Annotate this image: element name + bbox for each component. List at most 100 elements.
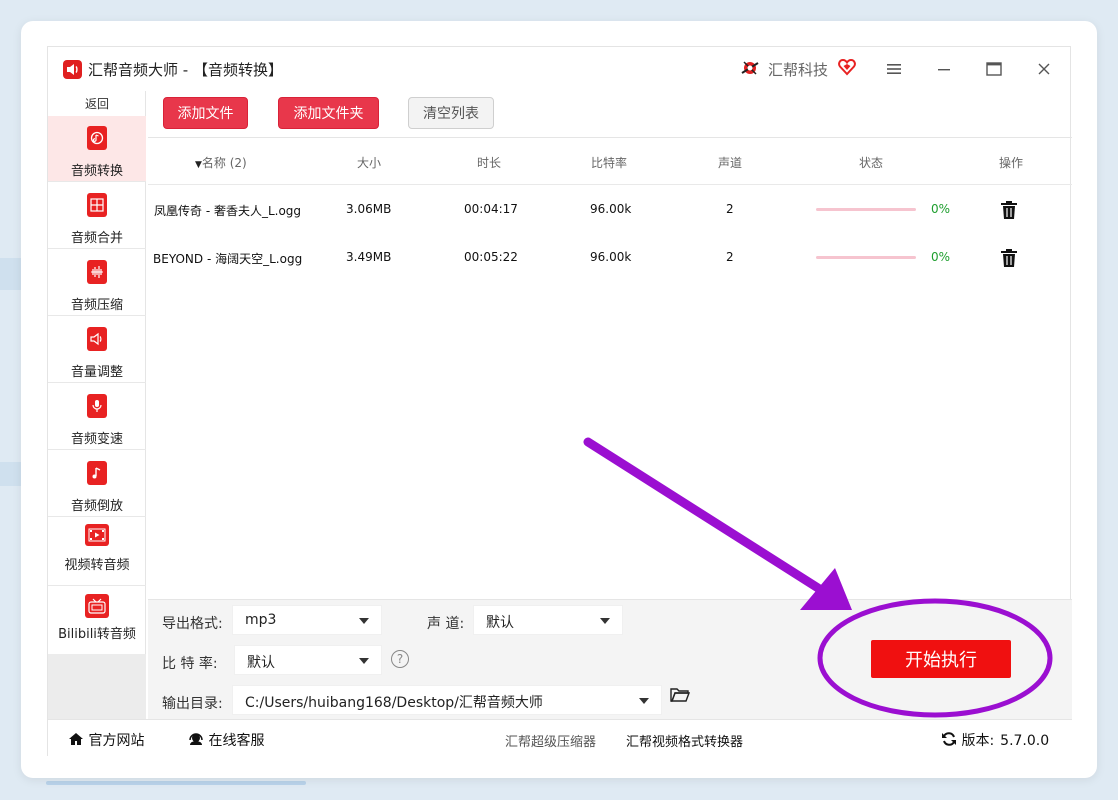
file-duration: 00:04:17 xyxy=(464,202,518,216)
tv-icon xyxy=(85,594,109,618)
file-duration: 00:05:22 xyxy=(464,250,518,264)
chevron-down-icon xyxy=(359,658,369,664)
output-dir-select[interactable]: C:/Users/huibang168/Desktop/汇帮音频大师 xyxy=(232,685,662,715)
file-channels: 2 xyxy=(726,250,734,264)
maximize-icon[interactable] xyxy=(981,56,1007,82)
app-window: 汇帮音频大师 - 【音频转换】 汇帮科技 返回 音频转换 音频合并 音频压缩 音… xyxy=(47,46,1072,757)
channel-select[interactable]: 默认 xyxy=(473,605,623,635)
column-header-size: 大小 xyxy=(357,156,382,170)
sidebar-spacer xyxy=(48,654,146,719)
format-select[interactable]: mp3 xyxy=(232,605,382,635)
sidebar-item-label: 音频压缩 xyxy=(70,298,123,313)
toolbar: 添加文件 添加文件夹 清空列表 xyxy=(148,91,1072,138)
add-file-button[interactable]: 添加文件 xyxy=(163,97,248,129)
folder-open-icon[interactable] xyxy=(670,687,691,703)
microphone-icon xyxy=(87,394,107,418)
menu-icon[interactable] xyxy=(881,56,907,82)
channel-label: 声 道: xyxy=(427,616,465,632)
progress-bar xyxy=(816,208,916,211)
file-channels: 2 xyxy=(726,202,734,216)
clear-list-button[interactable]: 清空列表 xyxy=(408,97,494,129)
bitrate-select[interactable]: 默认 xyxy=(234,645,382,675)
column-header-channels: 声道 xyxy=(718,156,743,170)
delete-icon[interactable] xyxy=(1000,200,1018,220)
file-bitrate: 96.00k xyxy=(590,250,632,264)
file-name: BEYOND - 海阔天空_L.ogg xyxy=(153,252,303,266)
file-bitrate: 96.00k xyxy=(590,202,632,216)
website-link[interactable]: 官方网站 xyxy=(68,730,144,750)
output-dir-value: C:/Users/huibang168/Desktop/汇帮音频大师 xyxy=(245,695,543,711)
sidebar: 返回 音频转换 音频合并 音频压缩 音量调整 音频变速 音频倒放 视频转音频 B… xyxy=(48,91,146,719)
audio-convert-icon xyxy=(87,126,107,150)
column-header-status: 状态 xyxy=(859,156,884,170)
window-title: 汇帮音频大师 - 【音频转换】 xyxy=(88,59,283,80)
progress-bar xyxy=(816,256,916,259)
table-row[interactable]: BEYOND - 海阔天空_L.ogg 3.49MB 00:05:22 96.0… xyxy=(148,234,1072,282)
sidebar-item-label: 音频转换 xyxy=(70,164,123,179)
compressor-link[interactable]: 汇帮超级压缩器 xyxy=(505,731,596,750)
bitrate-label: 比 特 率: xyxy=(162,656,218,672)
app-name: 汇帮音频大师 xyxy=(88,61,179,79)
column-header-actions: 操作 xyxy=(999,156,1024,170)
column-header-name[interactable]: ▼名称 (2) xyxy=(195,154,247,171)
table-row[interactable]: 凤凰传奇 - 奢香夫人_L.ogg 3.06MB 00:04:17 96.00k… xyxy=(148,186,1072,234)
format-value: mp3 xyxy=(245,612,277,628)
volume-icon xyxy=(87,327,107,351)
headset-icon xyxy=(188,733,208,749)
sidebar-item-label: 音频变速 xyxy=(70,432,123,447)
sidebar-item-label: 视频转音频 xyxy=(64,558,130,573)
back-link[interactable]: 返回 xyxy=(48,95,146,112)
file-table-header: ▼名称 (2) 大小 时长 比特率 声道 状态 操作 xyxy=(148,139,1072,185)
column-header-bitrate: 比特率 xyxy=(591,156,628,170)
heart-icon[interactable] xyxy=(838,58,856,76)
app-logo-icon xyxy=(63,60,82,79)
add-folder-button[interactable]: 添加文件夹 xyxy=(278,97,379,129)
format-label: 导出格式: xyxy=(162,616,223,632)
chevron-down-icon xyxy=(639,698,649,704)
sidebar-item-video-to-audio[interactable]: 视频转音频 xyxy=(48,518,146,586)
sidebar-item-bilibili[interactable]: Bilibili转音频 xyxy=(48,587,146,653)
sidebar-item-label: 音量调整 xyxy=(70,365,123,380)
help-icon[interactable]: ? xyxy=(391,650,409,668)
footer: 官方网站 在线客服 汇帮超级压缩器 汇帮视频格式转换器 版本: 5.7.0.0 xyxy=(48,719,1072,757)
bitrate-value: 默认 xyxy=(247,655,275,671)
brand-name: 汇帮科技 xyxy=(768,61,829,79)
sidebar-item-audio-reverse[interactable]: 音频倒放 xyxy=(48,451,146,517)
column-header-duration: 时长 xyxy=(477,156,502,170)
close-icon[interactable] xyxy=(1031,56,1057,82)
video-converter-link[interactable]: 汇帮视频格式转换器 xyxy=(626,731,743,750)
start-button[interactable]: 开始执行 xyxy=(871,640,1011,678)
chevron-down-icon xyxy=(359,618,369,624)
sidebar-item-label: 音频倒放 xyxy=(70,499,123,514)
support-link[interactable]: 在线客服 xyxy=(188,730,264,750)
brand-logo-icon xyxy=(739,57,761,79)
output-settings-panel: 导出格式: mp3 声 道: 默认 比 特 率: 默认 ? 输出目录: C:/U… xyxy=(148,599,1072,719)
channel-value: 默认 xyxy=(486,615,514,631)
file-size: 3.49MB xyxy=(346,250,392,264)
background-bar xyxy=(46,781,306,785)
sidebar-item-audio-compress[interactable]: 音频压缩 xyxy=(48,250,146,316)
sidebar-item-volume[interactable]: 音量调整 xyxy=(48,317,146,383)
refresh-icon[interactable] xyxy=(941,732,961,749)
sidebar-item-audio-convert[interactable]: 音频转换 xyxy=(48,116,146,182)
sidebar-item-audio-merge[interactable]: 音频合并 xyxy=(48,183,146,249)
sort-desc-icon: ▼ xyxy=(195,160,202,170)
film-icon xyxy=(85,524,109,546)
audio-compress-icon xyxy=(87,260,107,284)
file-size: 3.06MB xyxy=(346,202,392,216)
file-name: 凤凰传奇 - 奢香夫人_L.ogg xyxy=(154,204,302,218)
progress-text: 0% xyxy=(931,202,951,216)
delete-icon[interactable] xyxy=(1000,248,1018,268)
sidebar-item-label: 音频合并 xyxy=(70,231,123,246)
title-bar: 汇帮音频大师 - 【音频转换】 汇帮科技 xyxy=(48,47,1072,91)
audio-merge-icon xyxy=(87,193,107,217)
output-dir-label: 输出目录: xyxy=(162,696,223,712)
sidebar-item-audio-speed[interactable]: 音频变速 xyxy=(48,384,146,450)
minimize-icon[interactable] xyxy=(931,56,957,82)
home-icon xyxy=(68,733,88,749)
music-note-icon xyxy=(87,461,107,485)
version-info: 版本: 5.7.0.0 xyxy=(941,730,1049,750)
page-name: - 【音频转换】 xyxy=(178,61,283,79)
sidebar-item-label: Bilibili转音频 xyxy=(58,627,136,642)
progress-text: 0% xyxy=(931,250,951,264)
